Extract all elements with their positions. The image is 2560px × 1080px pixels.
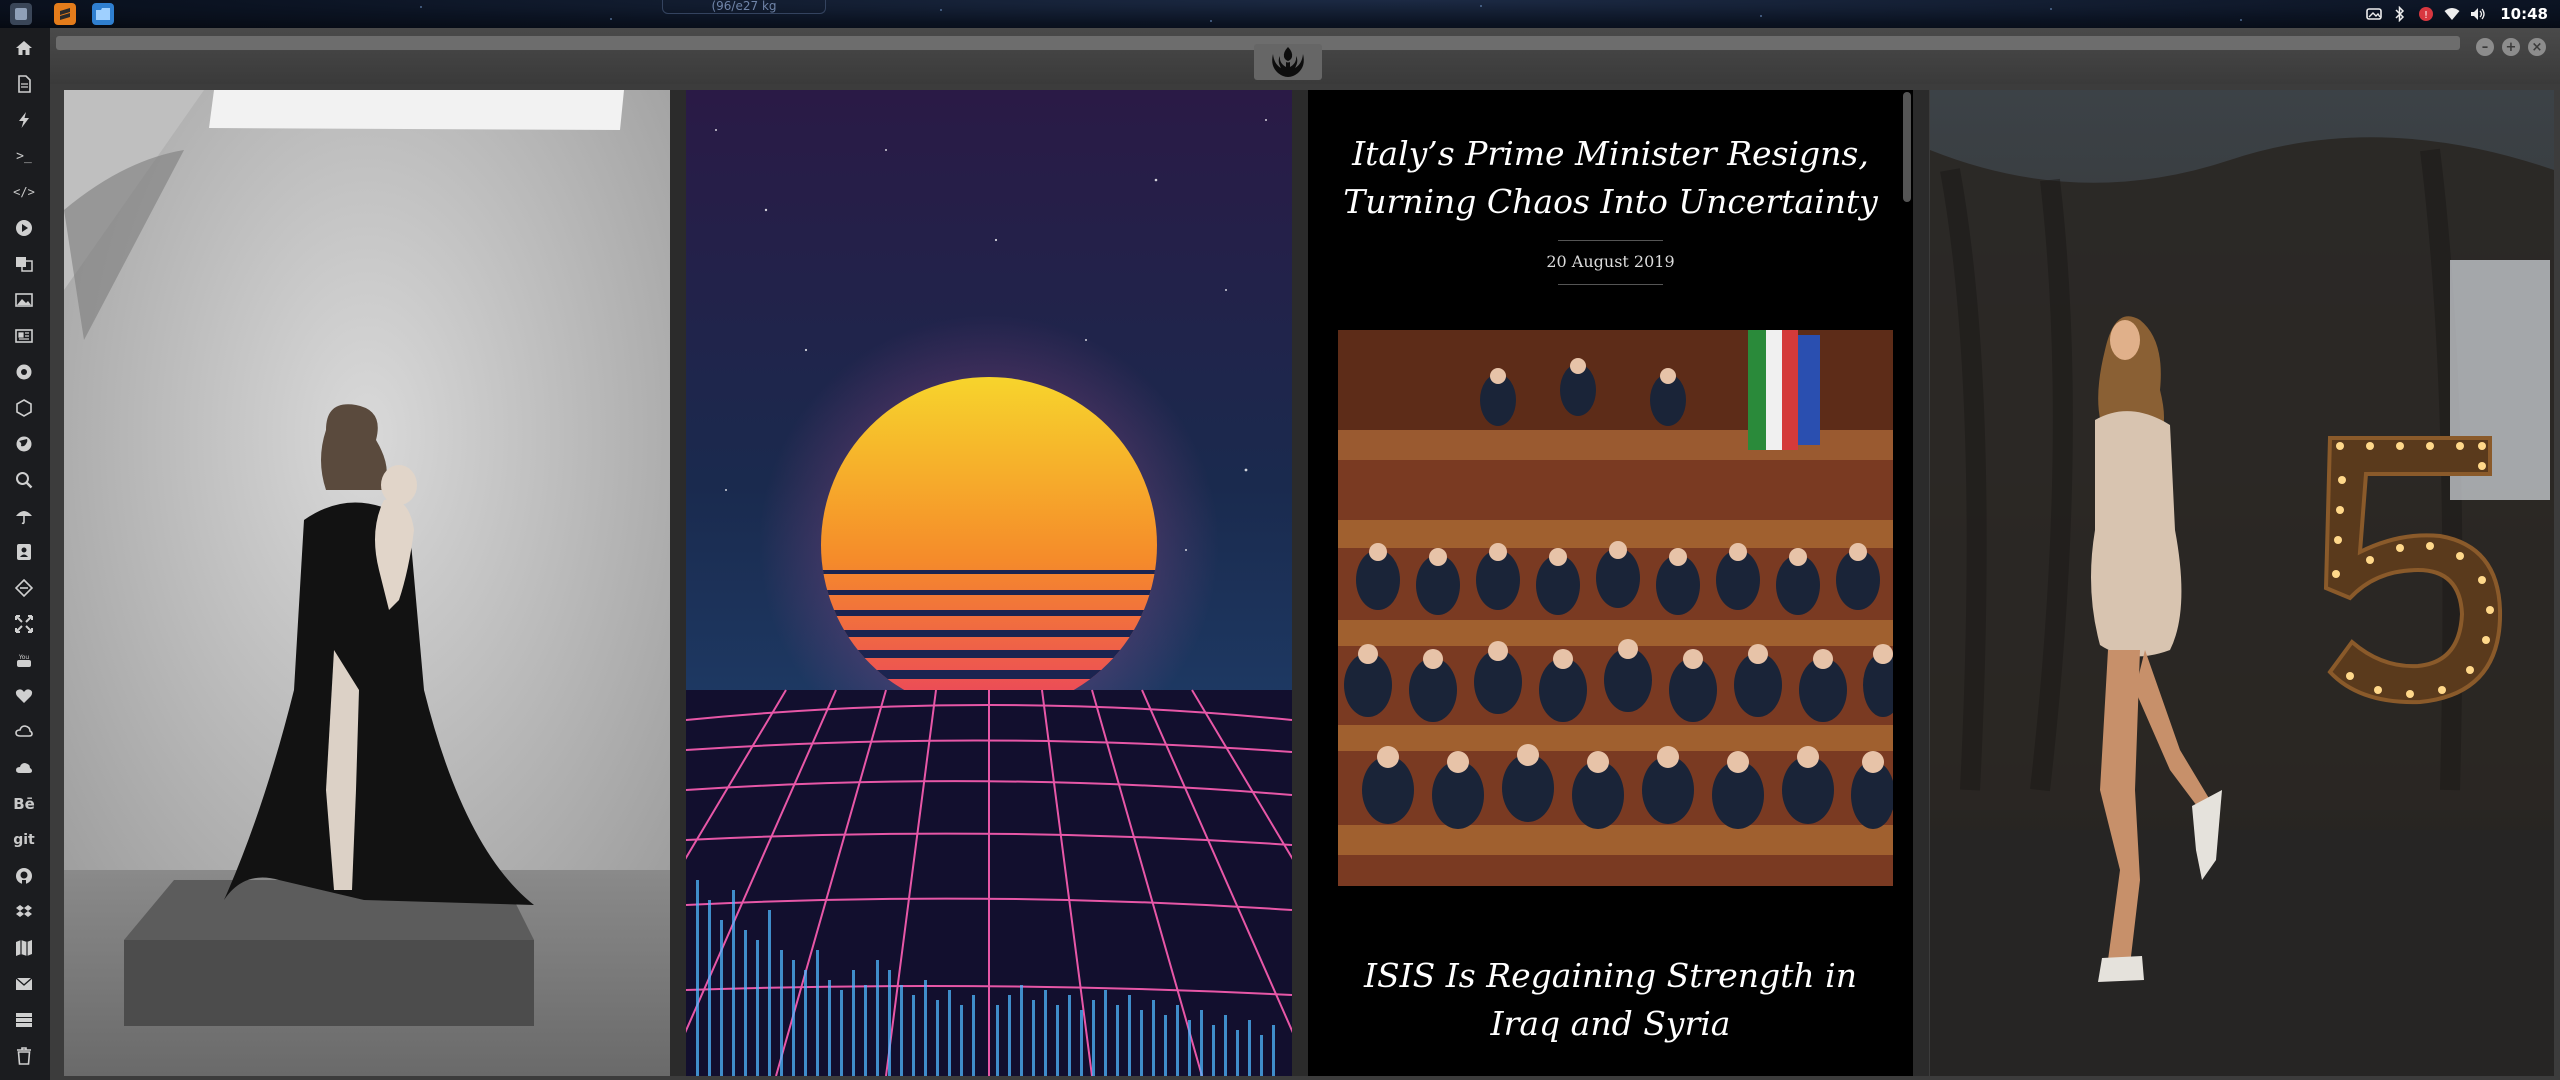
terminal-icon[interactable]: >_ <box>13 145 35 167</box>
news-feed-column[interactable]: Italy’s Prime Minister Resigns, Turning … <box>1308 90 1913 1076</box>
date-rule-bottom <box>1558 284 1663 285</box>
photo-card-chanel-no5[interactable] <box>1930 90 2554 1076</box>
news-headline[interactable]: Italy’s Prime Minister Resigns, Turning … <box>1328 130 1893 226</box>
behance-icon[interactable]: Bē <box>13 793 35 815</box>
panel-widget: (96/e27 kg <box>662 0 826 14</box>
contact-icon[interactable] <box>13 541 35 563</box>
globe-icon[interactable] <box>13 433 35 455</box>
news-date: 20 August 2019 <box>1546 252 1675 271</box>
search-icon[interactable] <box>13 469 35 491</box>
svg-text:!: ! <box>2424 10 2428 21</box>
hexagon-icon[interactable] <box>13 397 35 419</box>
bluetooth-icon[interactable] <box>2392 6 2408 22</box>
sidebar-dock: >_ </> You Bē git <box>0 28 50 1080</box>
news-headline[interactable]: ISIS Is Regaining Strength in Iraq and S… <box>1328 952 1893 1048</box>
content-columns: Italy’s Prime Minister Resigns, Turning … <box>56 90 2558 1076</box>
sublime-text-icon[interactable] <box>54 3 76 25</box>
creative-cloud-icon[interactable] <box>13 721 35 743</box>
youtube-icon[interactable]: You <box>13 649 35 671</box>
cloud-icon[interactable] <box>13 757 35 779</box>
rebel-alliance-icon[interactable] <box>1254 44 1322 80</box>
wifi-icon[interactable] <box>2444 6 2460 22</box>
aperture-icon[interactable] <box>13 361 35 383</box>
maximize-icon[interactable]: + <box>2502 38 2520 56</box>
column-divider[interactable] <box>1913 90 1929 1076</box>
column-divider[interactable] <box>670 90 686 1076</box>
update-icon[interactable]: ! <box>2418 6 2434 22</box>
clock[interactable]: 10:48 <box>2500 5 2548 23</box>
screenshot-icon[interactable] <box>2366 6 2383 22</box>
umbrella-icon[interactable] <box>13 505 35 527</box>
synthwave-wallpaper-card[interactable] <box>686 90 1292 1076</box>
top-panel: (96/e27 kg ! 10:48 <box>0 0 2560 28</box>
app-window: – + × Italy’s Prime Minister Resigns, Tu… <box>50 28 2560 1080</box>
trash-icon[interactable] <box>13 1045 35 1067</box>
git-icon[interactable]: git <box>13 829 35 851</box>
image-icon[interactable] <box>13 289 35 311</box>
heart-icon[interactable] <box>13 685 35 707</box>
svg-text:You: You <box>18 654 30 661</box>
title-bar[interactable]: – + × <box>50 28 2560 84</box>
photo-card-mother-child[interactable] <box>64 90 670 1076</box>
volume-icon[interactable] <box>2470 6 2486 22</box>
date-rule-top <box>1558 240 1663 241</box>
expand-icon[interactable] <box>13 613 35 635</box>
newspaper-icon[interactable] <box>13 325 35 347</box>
home-icon[interactable] <box>13 37 35 59</box>
play-icon[interactable] <box>13 217 35 239</box>
mail-icon[interactable] <box>13 973 35 995</box>
server-icon[interactable] <box>13 1009 35 1031</box>
close-icon[interactable]: × <box>2528 38 2546 56</box>
map-icon[interactable] <box>13 937 35 959</box>
dropbox-icon[interactable] <box>13 901 35 923</box>
parliament-photo[interactable] <box>1338 330 1893 886</box>
scrollbar-thumb[interactable] <box>1903 92 1911 202</box>
menu-icon[interactable] <box>10 3 32 25</box>
code-icon[interactable]: </> <box>13 181 35 203</box>
files-icon[interactable] <box>92 3 114 25</box>
tag-icon[interactable] <box>13 577 35 599</box>
minimize-icon[interactable]: – <box>2476 38 2494 56</box>
column-divider[interactable] <box>1292 90 1308 1076</box>
translate-icon[interactable] <box>13 253 35 275</box>
document-icon[interactable] <box>13 73 35 95</box>
github-icon[interactable] <box>13 865 35 887</box>
lightning-icon[interactable] <box>13 109 35 131</box>
system-tray: ! 10:48 <box>2366 0 2548 28</box>
